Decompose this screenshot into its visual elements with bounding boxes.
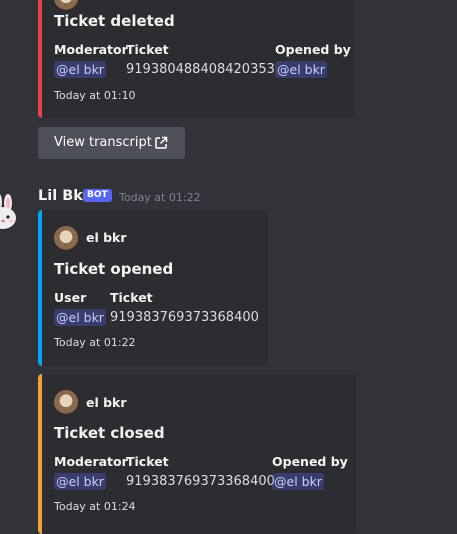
- external-link-icon: [154, 136, 168, 150]
- embed-ticket-deleted: Ticket deleted Moderator @el bkr Ticket …: [38, 0, 355, 118]
- embed-footer-timestamp: Today at 01:22: [54, 336, 136, 349]
- embed-footer-timestamp: Today at 01:24: [54, 500, 136, 513]
- embed-ticket-opened: el bkr Ticket opened User @el bkr Ticket…: [38, 210, 268, 366]
- message-timestamp: Today at 01:22: [119, 191, 201, 204]
- author-avatar: [54, 226, 78, 250]
- field-name-opened-by: Opened by: [275, 42, 351, 57]
- embed-author-name: el bkr: [86, 230, 127, 245]
- mention-moderator[interactable]: @el bkr: [54, 61, 106, 78]
- field-value-ticket: 919380488408420353: [126, 62, 275, 77]
- embed-title: Ticket closed: [54, 424, 165, 442]
- embed-author-name: el bkr: [86, 395, 127, 410]
- field-name-ticket: Ticket: [110, 290, 153, 305]
- view-transcript-button[interactable]: View transcript: [38, 127, 185, 159]
- field-name-moderator: Moderator: [54, 454, 128, 469]
- bot-tag: BOT: [83, 189, 112, 202]
- mention-opened-by[interactable]: @el bkr: [275, 61, 327, 78]
- field-value-ticket: 919383769373368400: [126, 474, 275, 489]
- field-name-ticket: Ticket: [126, 454, 169, 469]
- mention-moderator[interactable]: @el bkr: [54, 473, 106, 490]
- field-name-opened-by: Opened by: [272, 454, 348, 469]
- embed-title: Ticket opened: [54, 260, 174, 278]
- field-name-moderator: Moderator: [54, 42, 128, 57]
- author-avatar: [54, 390, 78, 414]
- embed-title: Ticket deleted: [54, 12, 175, 30]
- field-name-user: User: [54, 290, 87, 305]
- author-avatar: [54, 0, 78, 10]
- embed-footer-timestamp: Today at 01:10: [54, 89, 136, 102]
- mention-user[interactable]: @el bkr: [54, 309, 106, 326]
- bunny-avatar-icon[interactable]: [0, 194, 18, 230]
- field-value-ticket: 919383769373368400: [110, 310, 259, 325]
- mention-opened-by[interactable]: @el bkr: [272, 473, 324, 490]
- view-transcript-label: View transcript: [54, 135, 152, 150]
- embed-ticket-closed: el bkr Ticket closed Moderator @el bkr T…: [38, 374, 356, 534]
- field-name-ticket: Ticket: [126, 42, 169, 57]
